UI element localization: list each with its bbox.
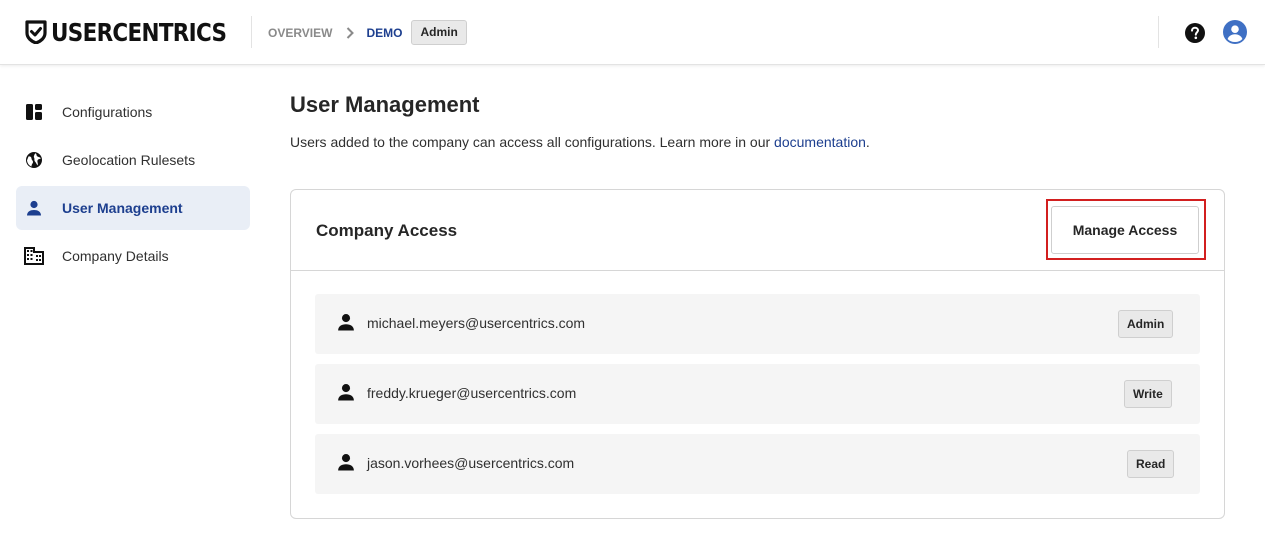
chevron-right-icon	[346, 26, 355, 39]
sidebar-item-label: User Management	[62, 200, 183, 216]
breadcrumb-overview-link[interactable]: OVERVIEW	[268, 26, 332, 40]
logo-text: USERCENTRICS	[51, 17, 227, 47]
role-badge: Admin	[411, 20, 467, 45]
globe-icon	[24, 150, 44, 170]
card-header: Company Access Manage Access	[291, 190, 1224, 271]
sidebar-item-geolocation-rulesets[interactable]: Geolocation Rulesets	[16, 138, 250, 182]
page-description: Users added to the company can access al…	[290, 134, 870, 150]
documentation-link[interactable]: documentation	[774, 134, 866, 150]
top-bar: USERCENTRICS OVERVIEW DEMO Admin	[0, 0, 1265, 65]
breadcrumb-current[interactable]: DEMO	[366, 26, 402, 40]
person-icon	[337, 383, 357, 403]
user-email: jason.vorhees@usercentrics.com	[367, 455, 575, 471]
usercentrics-logo[interactable]: USERCENTRICS	[25, 17, 255, 47]
person-icon	[337, 313, 357, 333]
card-title: Company Access	[316, 221, 458, 240]
divider	[1158, 16, 1159, 48]
user-row: michael.meyers@usercentrics.com Admin	[315, 294, 1200, 354]
divider	[251, 16, 252, 48]
user-email: freddy.krueger@usercentrics.com	[367, 385, 577, 401]
breadcrumb: OVERVIEW DEMO Admin	[268, 20, 467, 45]
sidebar: Configurations Geolocation Rulesets User…	[16, 90, 250, 282]
sidebar-item-label: Company Details	[62, 248, 169, 264]
help-icon[interactable]	[1185, 23, 1205, 43]
sidebar-item-label: Geolocation Rulesets	[62, 152, 196, 168]
user-row: freddy.krueger@usercentrics.com Write	[315, 364, 1200, 424]
page-title: User Management	[290, 92, 480, 117]
sidebar-item-user-management[interactable]: User Management	[16, 186, 250, 230]
user-row: jason.vorhees@usercentrics.com Read	[315, 434, 1200, 494]
sidebar-item-configurations[interactable]: Configurations	[16, 90, 250, 134]
company-access-card: Company Access Manage Access michael.mey…	[290, 189, 1225, 519]
user-role-badge: Write	[1124, 380, 1172, 408]
dashboard-icon	[24, 102, 44, 122]
person-icon	[337, 453, 357, 473]
description-text: Users added to the company can access al…	[290, 134, 771, 150]
manage-access-button[interactable]: Manage Access	[1051, 206, 1199, 254]
description-end: .	[865, 134, 870, 150]
sidebar-item-company-details[interactable]: Company Details	[16, 234, 250, 278]
person-icon	[24, 198, 44, 218]
account-circle-icon[interactable]	[1223, 20, 1247, 44]
shield-logo-icon	[25, 20, 47, 44]
user-email: michael.meyers@usercentrics.com	[367, 315, 586, 331]
user-role-badge: Admin	[1118, 310, 1174, 338]
building-icon	[24, 246, 44, 266]
user-role-badge: Read	[1127, 450, 1175, 478]
sidebar-item-label: Configurations	[62, 104, 153, 120]
